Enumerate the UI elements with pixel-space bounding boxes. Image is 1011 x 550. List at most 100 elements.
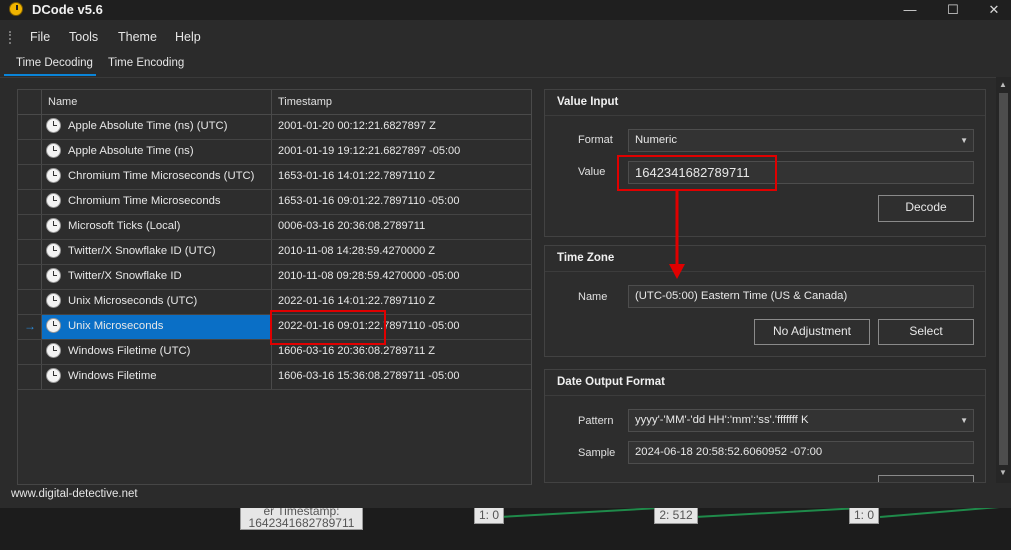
background-canvas: er Timestamp: 1642341682789711 1: 0 2: 5…	[0, 504, 1011, 550]
timestamp-cell[interactable]: 1606-03-16 15:36:08.2789711 -05:00	[272, 365, 530, 389]
dropdown-arrow-icon: ▼	[960, 416, 968, 425]
timestamp-type-name: Windows Filetime (UTC)	[68, 345, 191, 357]
name-cell[interactable]: Windows Filetime (UTC)	[42, 340, 271, 364]
timestamp-value: 2010-11-08 09:28:59.4270000 -05:00	[278, 270, 460, 282]
timestamp-value: 2001-01-19 19:12:21.6827897 -05:00	[278, 145, 461, 157]
timestamp-cell[interactable]: 1653-01-16 14:01:22.7897110 Z	[272, 165, 530, 189]
menu-theme[interactable]: Theme	[118, 30, 157, 44]
name-cell[interactable]: Apple Absolute Time (ns)	[42, 140, 271, 164]
decode-button[interactable]: Decode	[878, 195, 974, 222]
value-input-title: Value Input	[557, 96, 619, 108]
timezone-name-field[interactable]: (UTC-05:00) Eastern Time (US & Canada)	[628, 285, 974, 308]
app-window: DCode v5.6 — ☐ ✕ File Tools Theme Help T…	[0, 0, 1011, 508]
table-row[interactable]: Twitter/X Snowflake ID (UTC) 2010-11-08 1…	[18, 240, 531, 265]
sample-label: Sample	[578, 447, 616, 459]
scroll-down-icon[interactable]: ▼	[999, 468, 1007, 477]
status-link[interactable]: www.digital-detective.net	[11, 488, 138, 500]
timestamp-value: 1606-03-16 15:36:08.2789711 -05:00	[278, 370, 460, 382]
canvas-badge-3[interactable]: 1: 0	[849, 506, 879, 524]
value-label: Value	[578, 166, 606, 178]
timestamp-cell[interactable]: 2001-01-19 19:12:21.6827897 -05:00	[272, 140, 530, 164]
select-timezone-button[interactable]: Select	[878, 319, 974, 345]
clock-icon	[46, 368, 61, 383]
timestamp-type-name: Unix Microseconds	[68, 320, 164, 332]
timezone-name-label: Name	[578, 291, 608, 303]
timestamp-value: 2022-01-16 14:01:22.7897110 Z	[278, 295, 435, 307]
timestamp-cell[interactable]: 0006-03-16 20:36:08.2789711	[272, 215, 530, 239]
tab-time-decoding[interactable]: Time Decoding	[16, 57, 93, 69]
table-row[interactable]: Microsoft Ticks (Local) 0006-03-16 20:36:…	[18, 215, 531, 240]
timestamp-value: 1606-03-16 20:36:08.2789711 Z	[278, 345, 435, 357]
panel-divider	[545, 115, 985, 116]
table-row[interactable]: Apple Absolute Time (ns) (UTC) 2001-01-20…	[18, 115, 531, 140]
menu-tools[interactable]: Tools	[69, 30, 98, 44]
date-output-panel: Date Output Format Pattern yyyy'-'MM'-'d…	[544, 369, 986, 483]
timestamp-cell[interactable]: 2001-01-20 00:12:21.6827897 Z	[272, 115, 530, 139]
name-cell[interactable]: Windows Filetime	[42, 365, 271, 389]
timestamp-cell[interactable]: 2010-11-08 09:28:59.4270000 -05:00	[272, 265, 530, 289]
clock-icon	[46, 243, 61, 258]
menu-help[interactable]: Help	[175, 30, 201, 44]
annotation-arrow	[669, 190, 685, 279]
canvas-node-value: 1642341682789711	[248, 516, 355, 530]
row-indicator	[18, 365, 42, 389]
timestamp-type-name: Apple Absolute Time (ns) (UTC)	[68, 120, 228, 132]
timestamp-type-name: Twitter/X Snowflake ID (UTC)	[68, 245, 216, 257]
canvas-badge-1[interactable]: 1: 0	[474, 506, 504, 524]
row-indicator	[18, 340, 42, 364]
timestamp-value: 2010-11-08 14:28:59.4270000 Z	[278, 245, 435, 257]
canvas-badge-2[interactable]: 2: 512	[654, 506, 698, 524]
scroll-up-icon[interactable]: ▲	[999, 80, 1007, 89]
minimize-button[interactable]: —	[887, 0, 933, 20]
menu-file[interactable]: File	[30, 30, 50, 44]
table-row[interactable]: Chromium Time Microseconds 1653-01-16 09:…	[18, 190, 531, 215]
column-header-name[interactable]: Name	[48, 96, 77, 108]
no-adjustment-button[interactable]: No Adjustment	[754, 319, 870, 345]
column-header-timestamp[interactable]: Timestamp	[278, 96, 332, 108]
name-cell[interactable]: Apple Absolute Time (ns) (UTC)	[42, 115, 271, 139]
clock-icon	[46, 193, 61, 208]
name-cell[interactable]: Unix Microseconds (UTC)	[42, 290, 271, 314]
grid-header: Name Timestamp	[18, 90, 531, 115]
row-indicator	[18, 165, 42, 189]
title-bar	[0, 0, 1011, 20]
table-row[interactable]: Apple Absolute Time (ns) 2001-01-19 19:12…	[18, 140, 531, 165]
grid-divider	[531, 90, 532, 484]
clock-icon	[46, 343, 61, 358]
row-indicator	[18, 190, 42, 214]
panel-divider	[545, 271, 985, 272]
timestamp-value: 1653-01-16 14:01:22.7897110 Z	[278, 170, 435, 182]
timestamp-cell[interactable]: 1653-01-16 09:01:22.7897110 -05:00	[272, 190, 530, 214]
timestamp-value: 2001-01-20 00:12:21.6827897 Z	[278, 120, 436, 132]
table-row[interactable]: Chromium Time Microseconds (UTC) 1653-01-…	[18, 165, 531, 190]
name-cell[interactable]: Twitter/X Snowflake ID (UTC)	[42, 240, 271, 264]
results-grid[interactable]: Name Timestamp Apple Absolute Time (ns) …	[17, 89, 532, 485]
tab-time-encoding[interactable]: Time Encoding	[108, 57, 184, 69]
sample-field: 2024-06-18 20:58:52.6060952 -07:00	[628, 441, 974, 464]
annotation-box-timestamp	[270, 310, 386, 345]
name-cell[interactable]: Chromium Time Microseconds	[42, 190, 271, 214]
timestamp-type-name: Microsoft Ticks (Local)	[68, 220, 181, 232]
clock-icon	[46, 318, 61, 333]
name-cell[interactable]: Twitter/X Snowflake ID	[42, 265, 271, 289]
format-dropdown[interactable]: Numeric ▼	[628, 129, 974, 152]
pattern-dropdown[interactable]: yyyy'-'MM'-'dd HH':'mm':'ss'.'fffffff K …	[628, 409, 974, 432]
clock-icon	[46, 168, 61, 183]
format-value: Numeric	[635, 134, 678, 146]
partially-visible-button[interactable]	[878, 475, 974, 482]
table-row[interactable]: Windows Filetime 1606-03-16 15:36:08.2789…	[18, 365, 531, 390]
timestamp-type-name: Chromium Time Microseconds (UTC)	[68, 170, 255, 182]
close-button[interactable]: ✕	[971, 0, 1011, 20]
row-indicator	[18, 265, 42, 289]
row-indicator	[18, 140, 42, 164]
table-row[interactable]: Twitter/X Snowflake ID 2010-11-08 09:28:5…	[18, 265, 531, 290]
scrollbar-thumb[interactable]	[999, 93, 1008, 465]
row-indicator	[18, 290, 42, 314]
timestamp-cell[interactable]: 2010-11-08 14:28:59.4270000 Z	[272, 240, 530, 264]
name-cell[interactable]: Unix Microseconds	[42, 315, 271, 339]
format-label: Format	[578, 134, 613, 146]
name-cell[interactable]: Microsoft Ticks (Local)	[42, 215, 271, 239]
active-tab-indicator	[4, 74, 96, 76]
maximize-button[interactable]: ☐	[930, 0, 976, 20]
name-cell[interactable]: Chromium Time Microseconds (UTC)	[42, 165, 271, 189]
